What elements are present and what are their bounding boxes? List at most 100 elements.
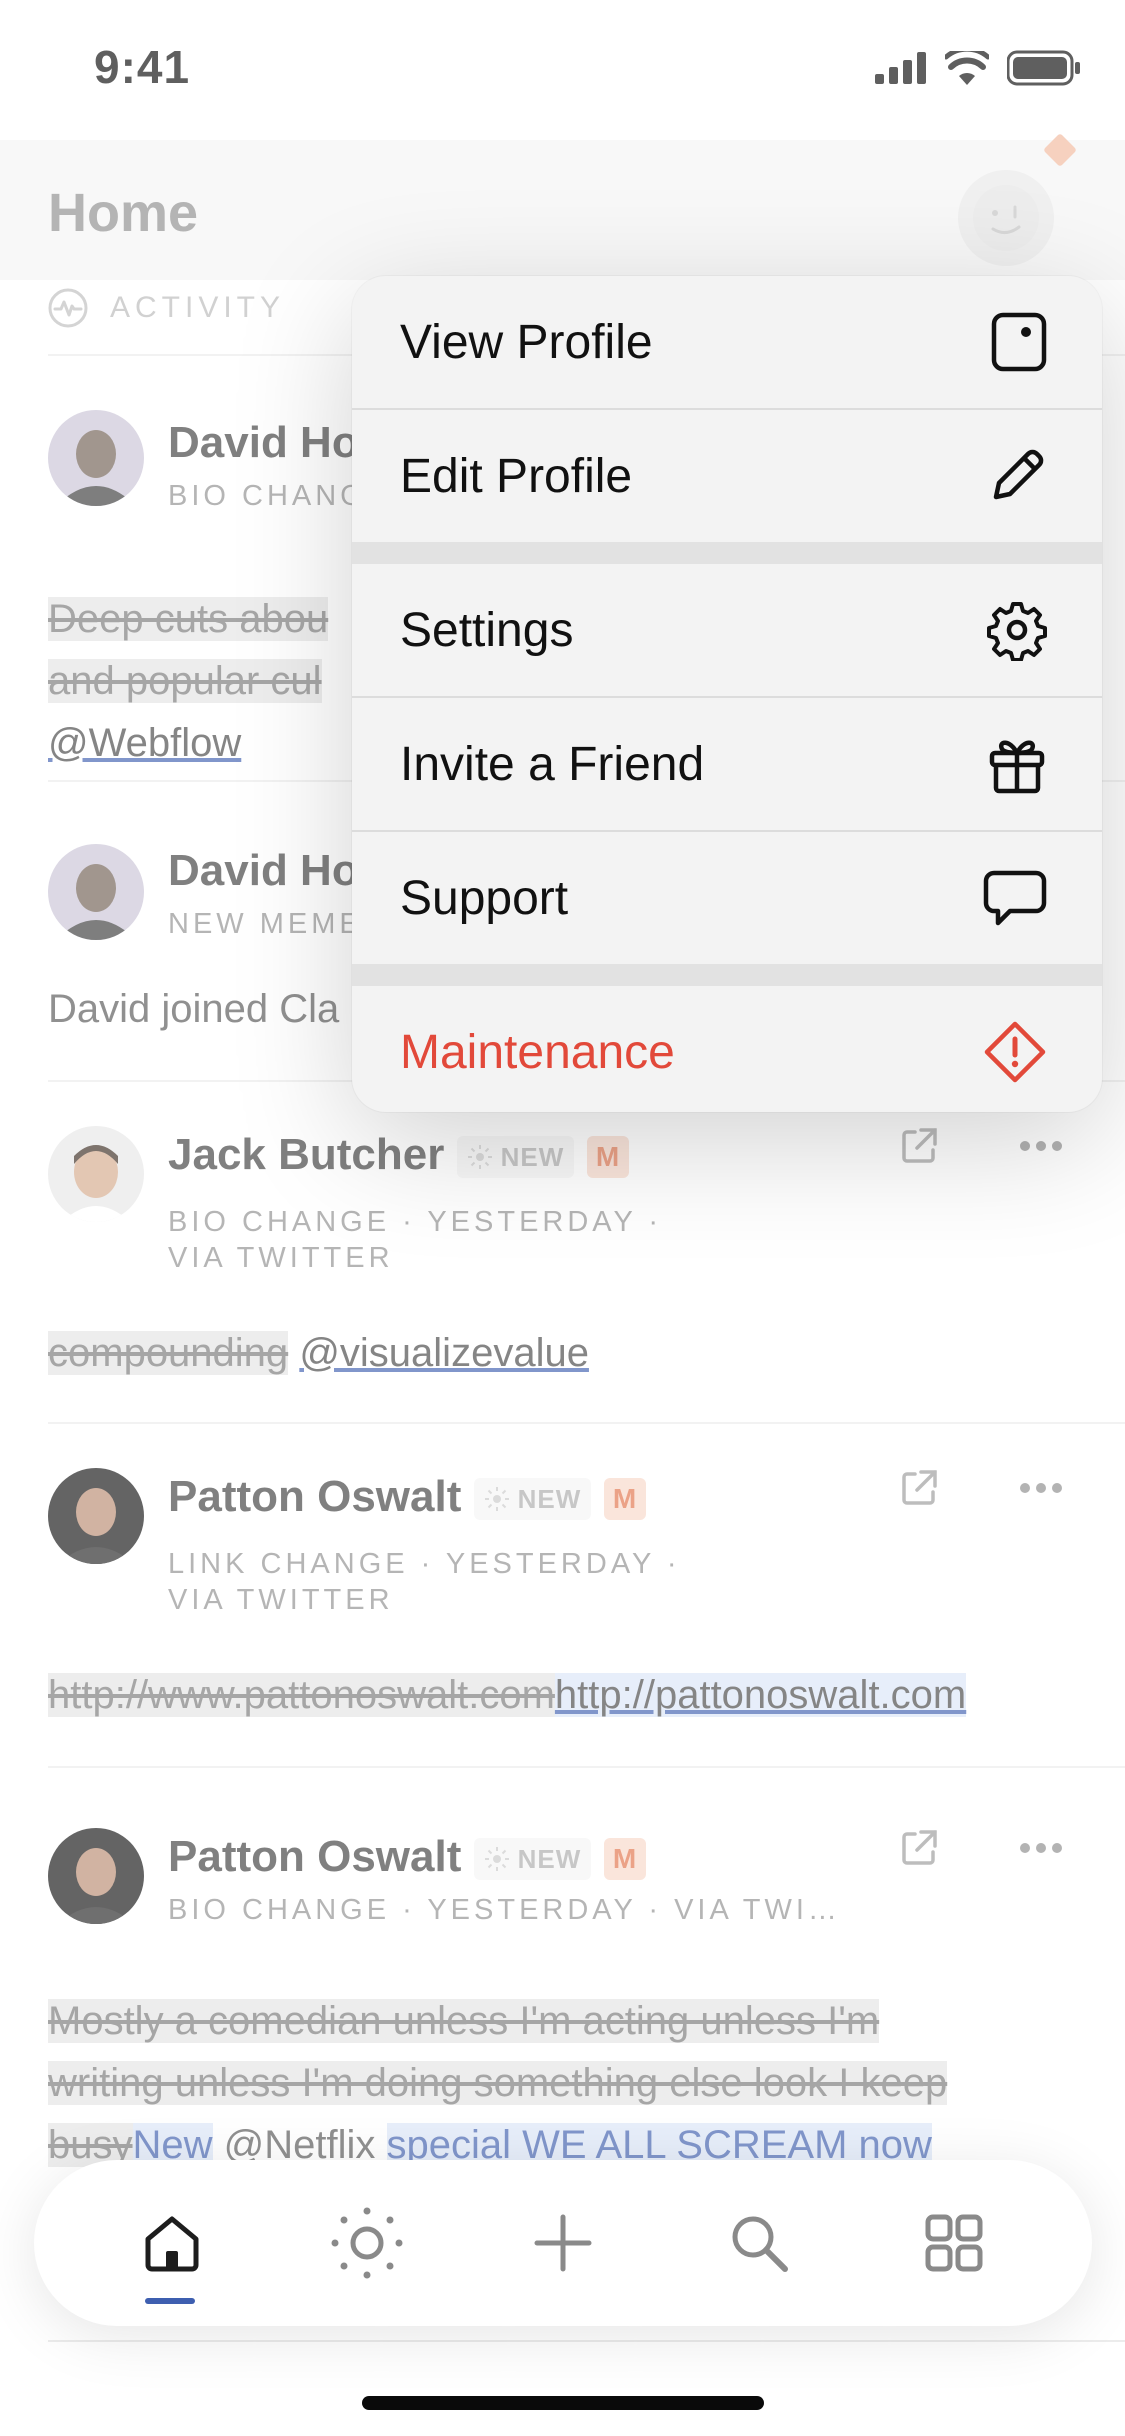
- activity-pulse-icon: [48, 288, 88, 328]
- external-link-icon[interactable]: [899, 1828, 939, 1868]
- author-name-text[interactable]: Jack Butcher: [168, 1130, 444, 1179]
- item-actions: [899, 1828, 1063, 1868]
- removed-text: and popular cul: [48, 659, 322, 703]
- author-name[interactable]: Patton Oswalt NEW M: [168, 1832, 646, 1882]
- profile-avatar-button[interactable]: [958, 170, 1054, 266]
- status-bar: 9:41: [0, 0, 1125, 140]
- menu-item-label: Invite a Friend: [400, 737, 705, 791]
- feed-item[interactable]: Patton Oswalt NEW M LINK CHANGE · YESTER…: [0, 1424, 1125, 1764]
- menu-item-settings[interactable]: Settings: [352, 564, 1102, 696]
- new-badge: NEW: [456, 1136, 575, 1179]
- menu-item-support[interactable]: Support: [352, 832, 1102, 964]
- activity-meta-line: BIO CHANGE · YESTERDAY ·: [168, 1206, 663, 1238]
- removed-text: Deep cuts abou: [48, 597, 329, 641]
- author-name-text[interactable]: Patton Oswalt: [168, 1472, 461, 1521]
- grid-icon: [925, 2214, 983, 2272]
- menu-item-label: Maintenance: [400, 1025, 675, 1079]
- author-name[interactable]: David Ho: [168, 418, 359, 468]
- avatar[interactable]: [48, 1126, 144, 1222]
- activity-meta: BIO CHANG: [168, 480, 367, 512]
- activity-meta: BIO CHANGE · YESTERDAY · VIA TWI…: [168, 1894, 841, 1926]
- menu-item-label: View Profile: [400, 315, 653, 369]
- menu-item-invite-friend[interactable]: Invite a Friend: [352, 698, 1102, 830]
- menu-item-view-profile[interactable]: View Profile: [352, 276, 1102, 408]
- menu-item-label: Support: [400, 871, 569, 925]
- gear-icon: [987, 602, 1047, 661]
- removed-text: compounding: [48, 1331, 289, 1375]
- new-badge-label: NEW: [500, 1141, 565, 1172]
- smiley-face-icon: [973, 185, 1039, 251]
- sun-icon: [331, 2207, 403, 2279]
- activity-meta: NEW MEME: [168, 908, 363, 940]
- menu-item-edit-profile[interactable]: Edit Profile: [352, 410, 1102, 542]
- new-badge: NEW: [473, 1478, 592, 1521]
- battery-icon: [1007, 50, 1080, 86]
- menu-group-gap: [352, 542, 1102, 564]
- activity-meta: LINK CHANGE · YESTERDAY · VIA TWITTER: [168, 1546, 681, 1618]
- feed-item[interactable]: Jack Butcher NEW M BIO CHANGE · YESTERDA…: [0, 1082, 1125, 1422]
- item-actions: [899, 1468, 1063, 1508]
- sparkle-icon: [484, 1487, 509, 1512]
- author-name-text[interactable]: Patton Oswalt: [168, 1832, 461, 1881]
- removed-text: http://www.pattonoswalt.com: [48, 1673, 555, 1717]
- added-link[interactable]: http://pattonoswalt.com: [554, 1673, 967, 1717]
- pencil-icon: [993, 449, 1044, 500]
- mention-link[interactable]: @Webflow: [48, 721, 241, 765]
- new-badge-label: NEW: [517, 1483, 582, 1514]
- activity-meta-line: LINK CHANGE · YESTERDAY ·: [168, 1548, 681, 1580]
- page-title: Home: [48, 183, 199, 243]
- menu-group-gap: [352, 964, 1102, 986]
- status-time: 9:41: [94, 41, 191, 93]
- activity-body: Mostly a comedian unless I'm acting unle…: [48, 1990, 1095, 2176]
- more-icon[interactable]: [1019, 1482, 1063, 1494]
- section-label: ACTIVITY: [48, 288, 285, 328]
- avatar[interactable]: [48, 1828, 144, 1924]
- activity-meta: BIO CHANGE · YESTERDAY · VIA TWITTER: [168, 1204, 662, 1276]
- active-tab-indicator: [144, 2298, 195, 2304]
- tab-home[interactable]: [117, 2188, 227, 2304]
- more-icon[interactable]: [1019, 1140, 1063, 1152]
- section-label-text: ACTIVITY: [110, 291, 286, 324]
- external-link-icon[interactable]: [899, 1126, 939, 1166]
- wifi-icon: [945, 51, 989, 85]
- m-badge: M: [586, 1136, 629, 1179]
- tab-add[interactable]: [508, 2188, 618, 2298]
- avatar[interactable]: [48, 410, 144, 506]
- header: Home: [0, 140, 1125, 280]
- author-name[interactable]: Patton Oswalt NEW M: [168, 1472, 646, 1522]
- avatar[interactable]: [48, 844, 144, 940]
- menu-item-maintenance[interactable]: Maintenance: [352, 986, 1102, 1112]
- divider: [48, 2340, 1125, 2342]
- removed-text: Mostly a comedian unless I'm acting unle…: [48, 1999, 880, 2043]
- tab-apps[interactable]: [899, 2188, 1009, 2298]
- status-icons: [875, 50, 1081, 86]
- activity-meta-line: VIA TWITTER: [168, 1584, 394, 1616]
- tab-search[interactable]: [704, 2188, 814, 2298]
- chat-bubble-icon: [983, 870, 1047, 926]
- avatar[interactable]: [48, 1468, 144, 1564]
- plus-icon: [534, 2214, 592, 2272]
- sparkle-icon: [467, 1145, 492, 1170]
- tab-bar: [34, 2160, 1092, 2326]
- menu-item-label: Edit Profile: [400, 449, 633, 503]
- home-icon: [145, 2216, 199, 2272]
- author-name[interactable]: Jack Butcher NEW M: [168, 1130, 629, 1180]
- mention-link[interactable]: @visualizevalue: [299, 1331, 589, 1375]
- m-badge: M: [603, 1838, 646, 1881]
- gift-icon: [989, 740, 1045, 794]
- sparkle-icon: [484, 1847, 509, 1872]
- search-icon: [732, 2216, 788, 2272]
- tab-discover[interactable]: [312, 2188, 422, 2298]
- item-actions: [899, 1126, 1063, 1166]
- new-badge: NEW: [473, 1838, 592, 1881]
- more-icon[interactable]: [1019, 1842, 1063, 1854]
- activity-body: compounding @visualizevalue: [48, 1322, 1095, 1384]
- home-indicator[interactable]: [362, 2396, 764, 2410]
- author-name[interactable]: David Ho: [168, 846, 359, 896]
- new-badge-label: NEW: [517, 1843, 582, 1874]
- profile-card-icon: [991, 312, 1047, 372]
- feed-item[interactable]: Patton Oswalt NEW M BIO CHANGE · YESTERD…: [0, 1768, 1125, 2208]
- cellular-signal-icon: [875, 52, 926, 84]
- removed-text: writing unless I'm doing something else …: [48, 2061, 948, 2105]
- external-link-icon[interactable]: [899, 1468, 939, 1508]
